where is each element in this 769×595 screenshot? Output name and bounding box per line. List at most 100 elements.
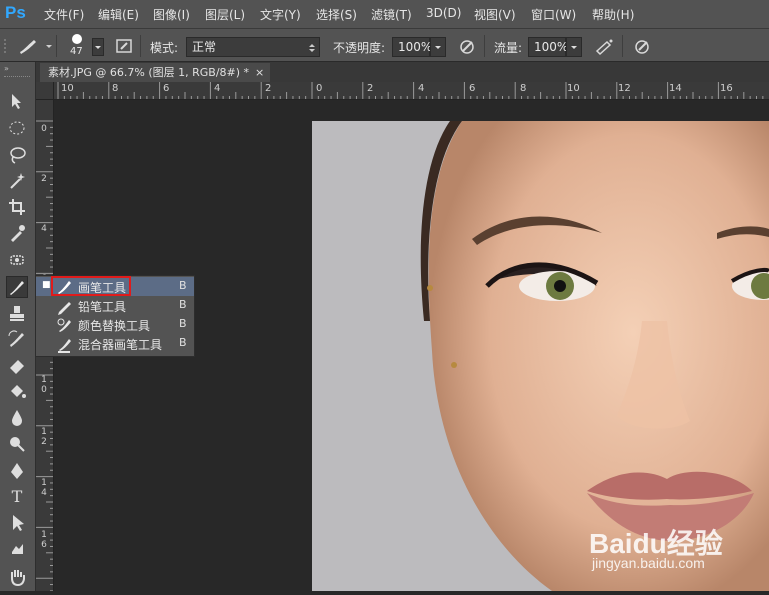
brush-icon (20, 40, 52, 54)
opacity-label: 不透明度: (333, 41, 386, 55)
flyout-shortcut: B (179, 317, 187, 330)
panel-collapse-icon[interactable]: » (4, 64, 9, 73)
airbrush-icon (595, 39, 613, 56)
opacity-field[interactable]: 100% (392, 37, 432, 57)
menu-select[interactable]: 选择(S) (316, 6, 357, 23)
menu-filter[interactable]: 滤镜(T) (371, 6, 412, 23)
menu-edit[interactable]: 编辑(E) (98, 6, 139, 23)
tool-preset-picker[interactable] (16, 35, 52, 57)
stamp-icon (10, 306, 24, 321)
brush-tool[interactable] (6, 276, 28, 298)
healing-tool[interactable] (6, 249, 28, 271)
brush-size: 47 (70, 46, 83, 57)
ruler-label: 1 4 (41, 478, 47, 498)
flow-dropdown[interactable] (566, 37, 582, 57)
ruler-label: 2 (41, 174, 47, 184)
menu-layer[interactable]: 图层(L) (205, 6, 245, 23)
size-pressure-toggle[interactable] (632, 36, 652, 56)
menu-help[interactable]: 帮助(H) (592, 6, 634, 23)
flyout-label: 混合器画笔工具 (78, 338, 163, 352)
stamp-tool[interactable] (6, 302, 28, 324)
ruler-label: 10 (567, 83, 580, 94)
hand-tool[interactable] (6, 566, 28, 588)
ruler-label: 16 (720, 83, 733, 94)
type-icon: T (11, 487, 23, 506)
opacity-dropdown[interactable] (430, 37, 446, 57)
document-tab[interactable]: 素材.JPG @ 66.7% (图层 1, RGB/8#) * × (40, 63, 270, 82)
flyout-item-mixer-brush[interactable]: 混合器画笔工具 B (36, 334, 194, 353)
menu-type[interactable]: 文字(Y) (260, 6, 301, 23)
document-image[interactable] (312, 121, 769, 591)
brush-tip-icon (72, 34, 82, 44)
brush-panel-icon (116, 39, 132, 53)
path-select-icon (13, 515, 24, 531)
ruler-label: 10 (61, 83, 74, 94)
flyout-item-color-replace[interactable]: 颜色替换工具 B (36, 315, 194, 334)
ruler-label: 1 0 (41, 375, 47, 395)
menu-view[interactable]: 视图(V) (474, 6, 516, 23)
flyout-shortcut: B (179, 298, 187, 311)
chevron-down-icon (571, 46, 577, 49)
options-bar: 47 模式: 正常 不透明度: 100% 流量: 100% (0, 28, 769, 62)
crop-icon (9, 199, 25, 215)
ruler-label: 6 (163, 83, 170, 94)
airbrush-toggle[interactable] (593, 36, 615, 56)
brush-preset-picker[interactable]: 47 (64, 32, 104, 60)
highlight-box (51, 276, 131, 296)
flyout-label: 铅笔工具 (78, 300, 127, 314)
ruler-label: 2 (367, 83, 374, 94)
move-tool[interactable] (6, 90, 28, 112)
chevron-down-icon (435, 46, 441, 49)
path-select-tool[interactable] (6, 512, 28, 534)
shape-tool[interactable] (6, 538, 28, 560)
grip-handle (4, 39, 9, 53)
shape-icon (12, 544, 23, 554)
mode-select[interactable]: 正常 (186, 37, 320, 57)
eyedropper-icon (11, 225, 25, 242)
move-icon (12, 94, 21, 109)
blur-icon (12, 410, 22, 426)
flyout-item-pencil[interactable]: 铅笔工具 B (36, 296, 194, 315)
ruler-label: 12 (618, 83, 631, 94)
flyout-shortcut: B (179, 336, 187, 349)
marquee-tool[interactable] (6, 117, 28, 139)
blur-tool[interactable] (6, 407, 28, 429)
menu-image[interactable]: 图像(I) (153, 6, 190, 23)
chevron-down-icon (95, 46, 101, 49)
ruler-label: 2 (265, 83, 272, 94)
ruler-ticks (57, 82, 764, 99)
paint-bucket-tool[interactable] (6, 380, 28, 402)
color-replace-icon (57, 318, 71, 332)
eraser-icon (10, 360, 24, 374)
opacity-pressure-toggle[interactable] (457, 36, 477, 56)
pressure-opacity-icon (460, 40, 474, 54)
pressure-size-icon (635, 40, 649, 54)
ruler-label: 4 (214, 83, 221, 94)
eyedropper-tool[interactable] (6, 222, 28, 244)
paint-bucket-icon (11, 385, 26, 398)
menu-3d[interactable]: 3D(D) (426, 6, 461, 20)
pen-tool[interactable] (6, 460, 28, 482)
menu-file[interactable]: 文件(F) (44, 6, 84, 23)
menu-window[interactable]: 窗口(W) (531, 6, 576, 23)
type-tool[interactable]: T (6, 486, 28, 508)
ruler-label: 4 (41, 224, 47, 234)
ruler-label: 0 (41, 124, 47, 134)
lasso-tool[interactable] (6, 144, 28, 166)
ruler-label: 8 (112, 83, 119, 94)
ruler-origin[interactable] (36, 82, 54, 100)
brush-dropdown-arrow[interactable] (92, 38, 104, 56)
history-brush-tool[interactable] (6, 328, 28, 350)
magic-wand-tool[interactable] (6, 170, 28, 192)
brush-panel-toggle[interactable] (114, 36, 134, 56)
close-icon[interactable]: × (255, 63, 264, 82)
ruler-label: 1 2 (41, 427, 47, 447)
history-brush-icon (8, 330, 24, 347)
eraser-tool[interactable] (6, 354, 28, 376)
ruler-label: 0 (316, 83, 323, 94)
flow-field[interactable]: 100% (528, 37, 568, 57)
crop-tool[interactable] (6, 196, 28, 218)
marquee-icon (9, 121, 25, 135)
ruler-label: 14 (669, 83, 682, 94)
dodge-tool[interactable] (6, 433, 28, 455)
